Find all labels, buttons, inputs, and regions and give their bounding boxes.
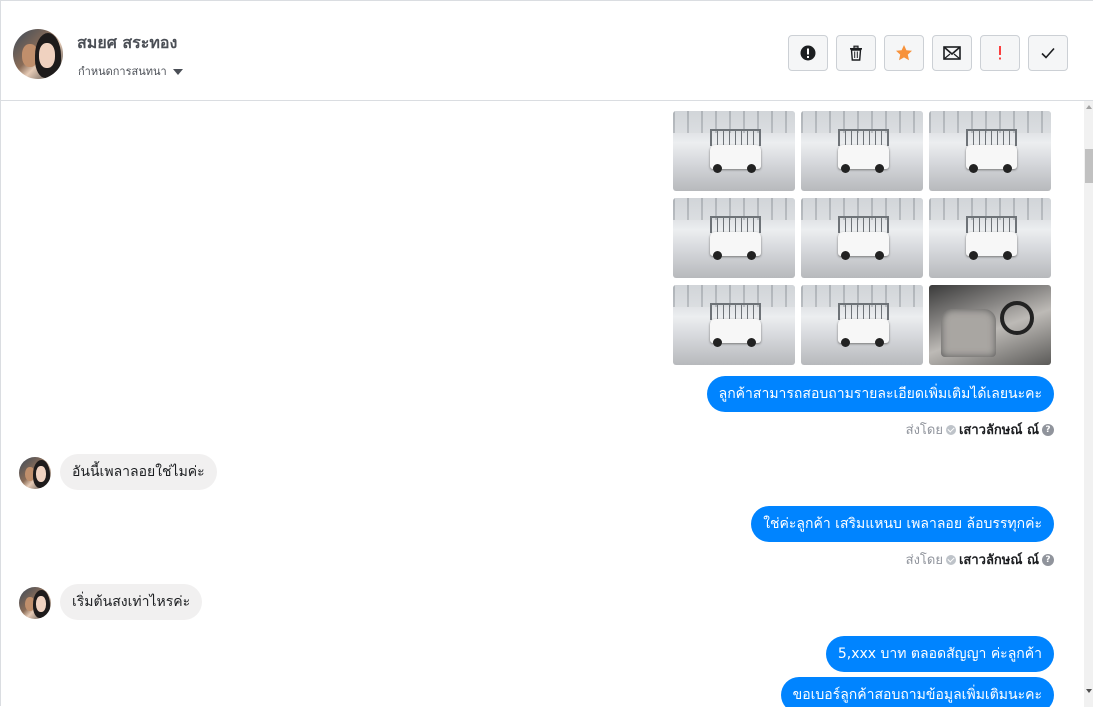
sender-name[interactable]: เสาวลักษณ์ ณ์: [959, 549, 1039, 570]
conversation-options-dropdown[interactable]: กำหนดการสนทนา: [78, 62, 183, 80]
photo-truck-front-right[interactable]: [929, 111, 1051, 191]
scroll-down-arrow-icon[interactable]: [1086, 689, 1092, 693]
sent-by-line: ส่งโดย เสาวลักษณ์ ณ์ ?: [906, 549, 1054, 570]
envelope-icon: [943, 46, 961, 60]
conversation-options-label: กำหนดการสนทนา: [78, 65, 167, 78]
follow-up-button[interactable]: [980, 35, 1020, 71]
verified-icon: [945, 554, 956, 565]
photo-truck-rear[interactable]: [801, 111, 923, 191]
alert-circle-icon: [800, 45, 816, 61]
mark-unread-button[interactable]: [932, 35, 972, 71]
conversation-header: สมยศ สระทอง กำหนดการสนทนา: [1, 4, 1093, 101]
sent-by-label: ส่งโดย: [905, 423, 943, 438]
delete-button[interactable]: [836, 35, 876, 71]
contact-avatar[interactable]: [13, 29, 63, 79]
star-button[interactable]: [884, 35, 924, 71]
sender-name[interactable]: เสาวลักษณ์ ณ์: [959, 419, 1039, 440]
exclamation-icon: [999, 46, 1001, 60]
photo-truck-interior[interactable]: [929, 285, 1051, 365]
outgoing-message[interactable]: ขอเบอร์ลูกค้าสอบถามข้อมูลเพิ่มเติมนะคะ: [780, 677, 1054, 707]
photo-truck-side-left[interactable]: [673, 285, 795, 365]
contact-avatar-small[interactable]: [19, 457, 51, 489]
help-icon[interactable]: ?: [1042, 553, 1054, 566]
mark-done-button[interactable]: [1028, 35, 1068, 71]
photo-truck-rear-center[interactable]: [801, 198, 923, 278]
conversation-panel: สมยศ สระทอง กำหนดการสนทนา ลูกค้าสามารถสอ…: [0, 0, 1093, 707]
contact-name[interactable]: สมยศ สระทอง: [77, 31, 177, 56]
trash-icon: [850, 45, 862, 61]
outgoing-message[interactable]: 5,xxx บาท ตลอดสัญญา ค่ะลูกค้า: [825, 636, 1054, 672]
photo-truck-front[interactable]: [673, 198, 795, 278]
scrollbar-thumb[interactable]: [1085, 149, 1093, 183]
incoming-message[interactable]: เริ่มต้นสงเท่าไหรค่ะ: [60, 584, 203, 620]
sent-by-line: ส่งโดย เสาวลักษณ์ ณ์ ?: [906, 419, 1054, 440]
star-icon: [896, 45, 912, 61]
outgoing-message[interactable]: ใช่ค่ะลูกค้า เสริมแหนบ เพลาลอย ล้อบรรทุก…: [751, 506, 1054, 542]
scroll-up-arrow-icon[interactable]: [1086, 105, 1092, 109]
outgoing-message[interactable]: ลูกค้าสามารถสอบถามรายละเอียดเพิ่มเติมได้…: [706, 376, 1054, 412]
contact-avatar-small[interactable]: [19, 587, 51, 619]
incoming-message[interactable]: อันนี้เพลาลอยใช่ไมค่ะ: [60, 454, 217, 490]
photo-truck-front-left[interactable]: [673, 111, 795, 191]
verified-icon: [945, 424, 956, 435]
report-button[interactable]: [788, 35, 828, 71]
help-icon[interactable]: ?: [1042, 423, 1054, 436]
scrollbar[interactable]: [1084, 101, 1093, 707]
photo-truck-side-right[interactable]: [801, 285, 923, 365]
sent-by-label: ส่งโดย: [905, 553, 943, 568]
caret-down-icon: [172, 69, 183, 75]
message-list[interactable]: ลูกค้าสามารถสอบถามรายละเอียดเพิ่มเติมได้…: [1, 101, 1084, 707]
photo-truck-rear-right[interactable]: [929, 198, 1051, 278]
check-icon: [1041, 47, 1055, 59]
